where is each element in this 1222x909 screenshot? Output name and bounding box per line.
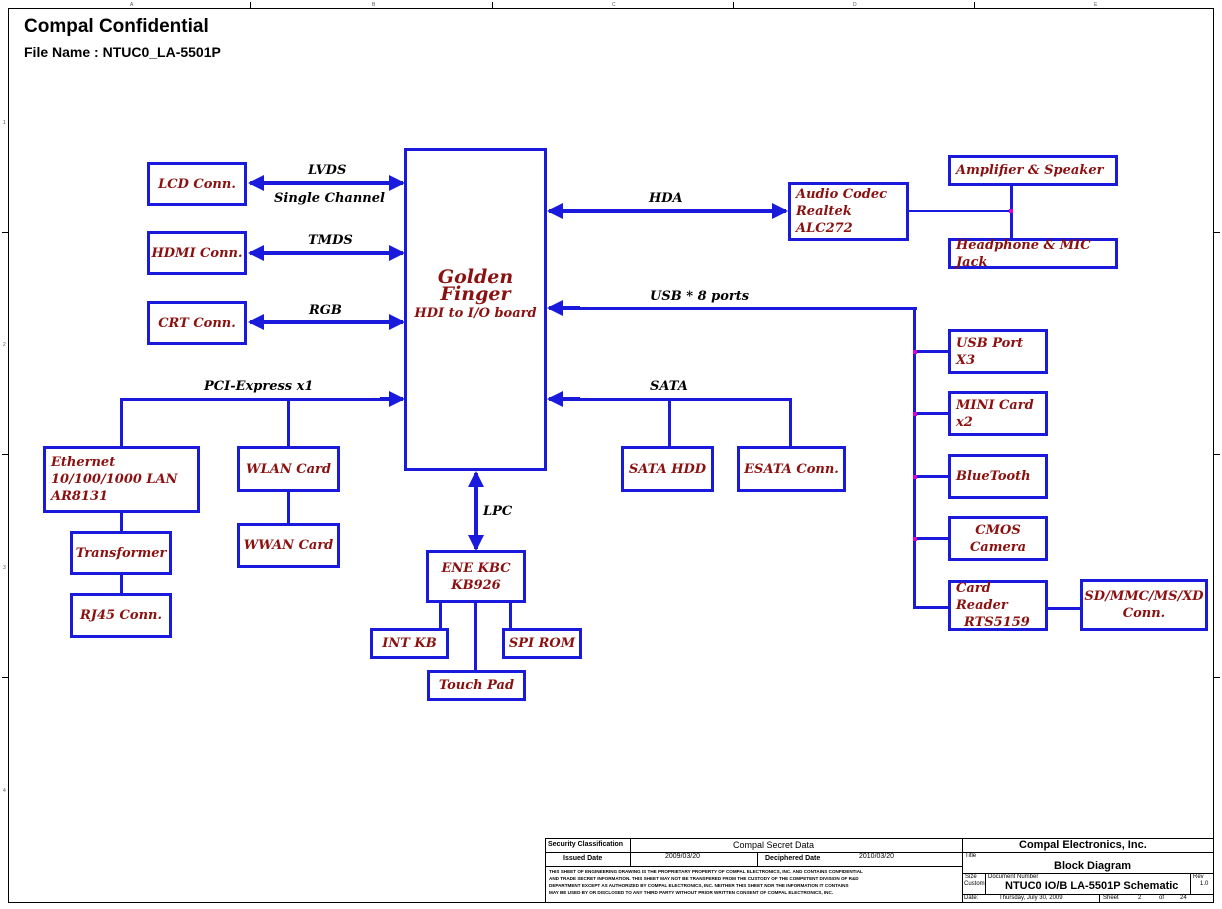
tb-issued-date: 2009/03/20 [665, 853, 701, 860]
tb-issued-label: Issued Date [563, 855, 603, 862]
single-channel-label: Single Channel [274, 191, 385, 206]
lpc-label: LPC [483, 504, 513, 519]
tb-divider [757, 852, 758, 866]
sata-label: SATA [650, 379, 688, 394]
lcd-conn-block: LCD Conn. [147, 162, 247, 206]
audio-codec-line-2: Realtek ALC272 [796, 204, 853, 236]
sd-conn-line-1: SD/MMC/MS/XD [1084, 589, 1204, 604]
tb-divider [1099, 894, 1100, 903]
audio-codec-block: Audio Codec Realtek ALC272 [788, 182, 909, 241]
minicard-block: MINI Card x2 [948, 391, 1048, 436]
tb-notice-4: MAY BE USED BY OR DISCLOSED TO ANY THIRD… [549, 890, 834, 895]
esata-conn-block: ESATA Conn. [737, 446, 846, 492]
ethernet-block: Ethernet 10/100/1000 LAN AR8131 [43, 446, 200, 513]
tb-of-label: of [1159, 895, 1165, 901]
tb-deciphered-date: 2010/03/20 [859, 853, 895, 860]
tb-secret-data: Compal Secret Data [733, 840, 815, 850]
tb-notice-1: THIS SHEET OF ENGINEERING DRAWING IS THE… [549, 869, 863, 874]
hda-label: HDA [649, 191, 683, 206]
bluetooth-block: BlueTooth [948, 454, 1048, 499]
sata-hdd-block: SATA HDD [621, 446, 714, 492]
usb-port-block: USB Port X3 [948, 329, 1048, 374]
golden-finger-subtitle: HDI to I/O board [414, 306, 537, 321]
wwan-card-block: WWAN Card [237, 523, 340, 568]
tb-divider [985, 873, 986, 894]
tb-divider [1190, 873, 1191, 894]
sd-conn-block: SD/MMC/MS/XD Conn. [1080, 579, 1208, 631]
tb-rev-label: Rev [1193, 874, 1204, 880]
amplifier-speaker-block: Amplifier & Speaker [948, 155, 1118, 186]
spi-rom-block: SPI ROM [502, 628, 582, 659]
tb-divider [545, 852, 962, 853]
ene-kbc-line-2: KB926 [451, 577, 501, 593]
card-reader-line-2: RTS5159 [964, 615, 1030, 630]
tb-title: Block Diagram [1054, 860, 1132, 872]
tb-size-label: Size [965, 874, 977, 880]
pcie-label: PCI-Express x1 [204, 379, 314, 394]
tb-notice-3: DEPARTMENT EXCEPT AS AUTHORIZED BY COMPA… [549, 883, 849, 888]
golden-finger-block: Golden Finger HDI to I/O board [404, 148, 547, 471]
tb-title-label: Title [965, 853, 977, 859]
audio-codec-line-1: Audio Codec [796, 187, 888, 202]
tb-sheet-label: Sheet [1103, 895, 1119, 901]
headphone-mic-block: Headphone & MIC Jack [948, 238, 1118, 270]
tb-divider [545, 866, 962, 867]
sd-conn-line-2: Conn. [1122, 606, 1166, 621]
card-reader-block: Card Reader RTS5159 [948, 580, 1048, 631]
transformer-block: Transformer [70, 531, 172, 575]
ethernet-line-2: 10/100/1000 LAN [51, 472, 178, 487]
ene-kbc-block: ENE KBC KB926 [426, 550, 526, 603]
ethernet-line-3: AR8131 [51, 489, 109, 504]
tb-company: Compal Electronics, Inc. [1019, 839, 1147, 851]
tb-divider [962, 852, 1214, 853]
ethernet-line-1: Ethernet [51, 455, 116, 470]
tb-date: Thursday, July 30, 2009 [999, 895, 1063, 901]
ene-kbc-line-1: ENE KBC [441, 560, 511, 576]
cmos-camera-block: CMOS Camera [948, 516, 1048, 561]
tb-security-label: Security Classification [548, 841, 624, 848]
tb-date-label: Date: [964, 895, 979, 901]
tb-size: Custom [964, 881, 985, 887]
tmds-label: TMDS [308, 233, 353, 248]
lvds-label: LVDS [308, 163, 347, 178]
tb-doc: NTUC0 IO/B LA-5501P Schematic [1005, 880, 1179, 892]
golden-finger-title: Golden Finger [437, 266, 514, 305]
tb-notice-2: AND TRADE SECRET INFORMATION. THIS SHEET… [549, 876, 859, 881]
tb-total: 24 [1180, 895, 1187, 901]
card-reader-line-1: Card Reader [956, 581, 1008, 613]
tb-sheet: 2 [1138, 895, 1142, 901]
rgb-label: RGB [309, 303, 342, 318]
crt-conn-block: CRT Conn. [147, 301, 247, 345]
tb-rev: 1.0 [1200, 881, 1209, 887]
tb-deciphered-label: Deciphered Date [765, 855, 821, 862]
rj45-conn-block: RJ45 Conn. [70, 593, 172, 638]
touch-pad-block: Touch Pad [427, 670, 526, 701]
int-kb-block: INT KB [370, 628, 449, 659]
usb-label: USB * 8 ports [650, 289, 750, 304]
hdmi-conn-block: HDMI Conn. [147, 231, 247, 275]
wlan-card-block: WLAN Card [237, 446, 340, 492]
